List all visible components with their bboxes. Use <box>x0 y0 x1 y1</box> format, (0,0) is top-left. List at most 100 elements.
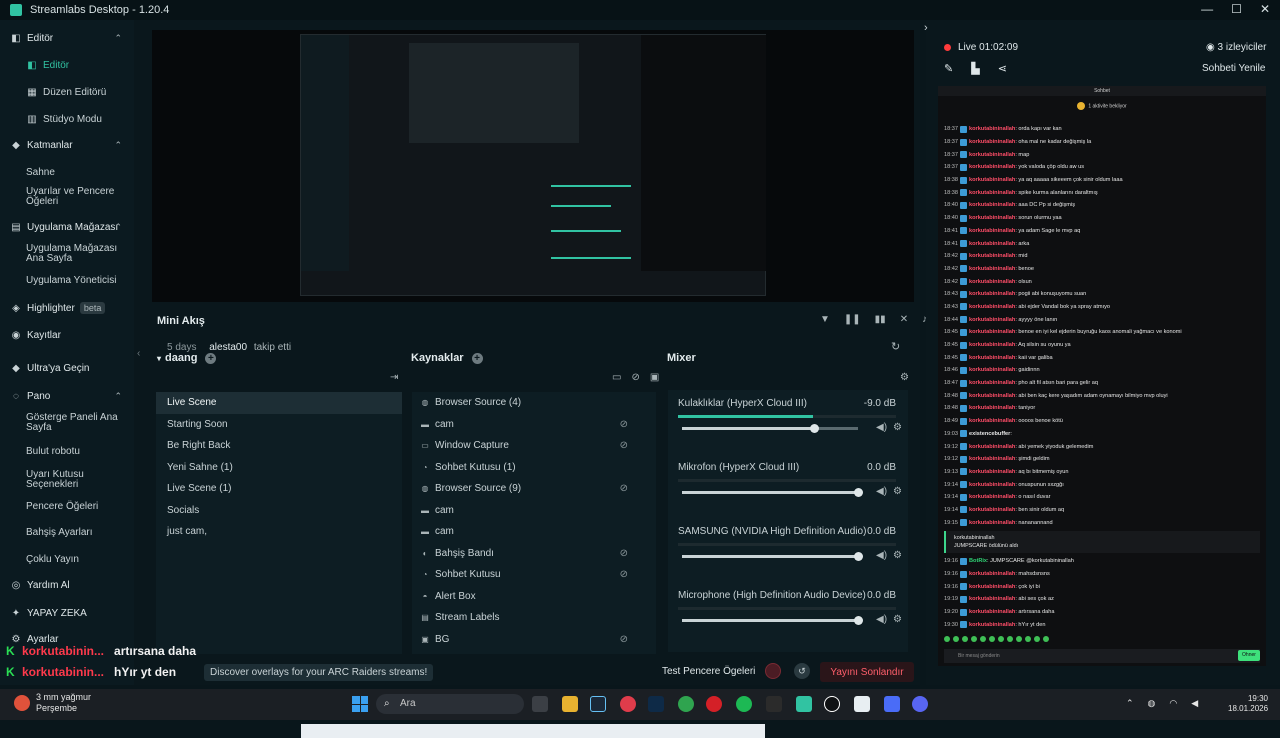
mute-alerts-icon[interactable]: ✕ <box>900 314 908 325</box>
notepad-icon[interactable] <box>854 696 870 712</box>
chrome-icon[interactable] <box>678 696 694 712</box>
source-folder-icon[interactable]: ▣ <box>650 372 659 383</box>
chat-user[interactable]: korkutabininallah <box>969 393 1015 399</box>
collapse-left-icon[interactable]: ‹ <box>137 348 140 359</box>
speaker-icon[interactable]: ◀) <box>876 614 887 625</box>
scene-item[interactable]: Live Scene <box>156 392 402 414</box>
chat-user[interactable]: korkutabininallah <box>969 317 1015 323</box>
speaker-icon[interactable]: ◀ <box>1191 698 1198 709</box>
hidden-eye-icon[interactable]: ⊘ <box>620 569 628 580</box>
chat-user[interactable]: korkutabininallah <box>969 152 1015 158</box>
task-view-icon[interactable] <box>532 696 548 712</box>
chat-user[interactable]: korkutabininallah <box>969 253 1015 259</box>
sidebar-item[interactable]: ◧ Editör <box>0 53 134 77</box>
sidebar-item[interactable]: ◆ Ultra'ya Geçin <box>0 356 134 380</box>
chat-user[interactable]: korkutabininallah <box>969 291 1015 297</box>
chat-user[interactable]: korkutabininallah <box>969 355 1015 361</box>
taskbar-clock[interactable]: 19:30 18.01.2026 <box>1228 694 1268 714</box>
photoshop-icon[interactable] <box>648 696 664 712</box>
hidden-eye-icon[interactable]: ⊘ <box>620 483 628 494</box>
source-item[interactable]: ◍ Browser Source (4) <box>412 392 656 414</box>
hidden-eye-icon[interactable]: ⊘ <box>620 440 628 451</box>
scene-item[interactable]: Be Right Back <box>156 435 402 457</box>
sidebar-item[interactable]: ▤ Uygulama Mağazası ⌃ <box>0 215 134 239</box>
record-button[interactable] <box>765 663 781 679</box>
sidebar-item[interactable]: ◧ Editör ⌃ <box>0 26 134 50</box>
chevron-up-icon[interactable]: ⌃ <box>114 33 122 44</box>
stream-preview[interactable] <box>152 30 914 738</box>
feed-refresh-icon[interactable]: ↻ <box>891 340 900 353</box>
chat-user[interactable]: korkutabininallah <box>969 367 1015 373</box>
share-icon[interactable]: ⋖ <box>998 62 1007 75</box>
spotify-icon[interactable] <box>736 696 752 712</box>
chat-user[interactable]: korkutabininallah <box>969 494 1015 500</box>
epic-games-icon[interactable] <box>766 696 782 712</box>
chat-input[interactable]: Bir mesaj gönderin <box>944 649 1260 663</box>
volume-slider[interactable] <box>682 616 863 625</box>
refresh-chat-button[interactable]: Sohbeti Yenile <box>1202 63 1265 74</box>
close-icon[interactable]: ✕ <box>1260 2 1270 16</box>
sidebar-item[interactable]: ◆ Katmanlar ⌃ <box>0 133 134 157</box>
chevron-up-icon[interactable]: ⌃ <box>114 391 122 402</box>
chat-user[interactable]: korkutabininallah <box>969 507 1015 513</box>
source-item[interactable]: ▭ Window Capture ⊘ <box>412 435 656 457</box>
speaker-icon[interactable]: ◀) <box>876 486 887 497</box>
chat-user[interactable]: korkutabininallah <box>969 622 1015 628</box>
sidebar-item[interactable]: ✦ YAPAY ZEKA <box>0 601 134 625</box>
source-link-icon[interactable]: ⊘ <box>631 372 639 383</box>
scene-item[interactable]: Yeni Sahne (1) <box>156 457 402 479</box>
chat-user[interactable]: korkutabininallah <box>969 482 1015 488</box>
discover-banner[interactable]: Discover overlays for your ARC Raiders s… <box>204 664 434 681</box>
chat-user[interactable]: korkutabininallah <box>969 520 1015 526</box>
chat-user[interactable]: existencebuffer <box>969 431 1010 437</box>
chat-user[interactable]: korkutabininallah <box>969 139 1015 145</box>
app-red-icon[interactable] <box>706 696 722 712</box>
source-settings-icon[interactable]: ▭ <box>612 372 621 383</box>
gear-icon[interactable]: ⚙ <box>893 550 902 561</box>
hidden-eye-icon[interactable]: ⊘ <box>620 419 628 430</box>
chevron-up-icon[interactable]: ⌃ <box>114 140 122 151</box>
chat-user[interactable]: korkutabininallah <box>969 190 1015 196</box>
chat-user[interactable]: korkutabininallah <box>969 584 1015 590</box>
chat-user[interactable]: korkutabininallah <box>969 215 1015 221</box>
chat-user[interactable]: korkutabininallah <box>969 202 1015 208</box>
source-item[interactable]: ◓ Alert Box <box>412 586 656 608</box>
add-scene-icon[interactable]: + <box>205 352 217 364</box>
sidebar-item[interactable]: ◈ Highlighter beta <box>0 296 134 320</box>
chat-user[interactable]: korkutabininallah <box>969 596 1015 602</box>
wifi-icon[interactable]: ◠ <box>1169 698 1177 709</box>
test-widgets-button[interactable]: Test Pencere Ögeleri <box>662 666 755 677</box>
tray-chevron-icon[interactable]: ⌃ <box>1126 698 1134 709</box>
weather-widget[interactable]: 3 mm yağmur Perşembe <box>14 692 91 714</box>
volume-slider[interactable] <box>682 424 858 433</box>
skip-icon[interactable]: ▮▮ <box>875 314 886 325</box>
sidebar-item[interactable]: ▥ Stüdyo Modu <box>0 107 134 131</box>
chevron-down-icon[interactable]: ▾ <box>157 354 161 363</box>
scene-item[interactable]: just cam, <box>156 521 402 543</box>
truck-icon[interactable]: ▙ <box>971 62 979 75</box>
sidebar-item[interactable]: Uygulama Yöneticisi <box>0 269 134 293</box>
steam-icon[interactable] <box>590 696 606 712</box>
gear-icon[interactable]: ⚙ <box>893 422 902 433</box>
sidebar-item[interactable]: Çoklu Yayın <box>0 547 134 571</box>
source-item[interactable]: ▤ Stream Labels <box>412 607 656 629</box>
source-item[interactable]: ◐ Bahşiş Bandı ⊘ <box>412 543 656 565</box>
chat-user[interactable]: korkutabininallah <box>969 456 1015 462</box>
maximize-icon[interactable]: ☐ <box>1231 2 1242 16</box>
volume-slider[interactable] <box>682 552 863 561</box>
chat-user[interactable]: korkutabininallah <box>969 164 1015 170</box>
chat-user[interactable]: korkutabininallah <box>969 266 1015 272</box>
taskbar-search[interactable]: ⌕ Ara <box>376 694 524 714</box>
chat-user[interactable]: korkutabininallah <box>969 405 1015 411</box>
sidebar-item[interactable]: Gösterge Paneli Ana Sayfa <box>0 411 134 435</box>
file-explorer-icon[interactable] <box>562 696 578 712</box>
scene-item[interactable]: Starting Soon <box>156 414 402 436</box>
add-source-icon[interactable]: + <box>471 352 483 364</box>
sidebar-item[interactable]: Uyarılar ve Pencere Öğeleri <box>0 185 134 209</box>
chevron-up-icon[interactable]: ⌃ <box>114 222 122 233</box>
chat-user[interactable]: korkutabininallah <box>969 304 1015 310</box>
volume-slider[interactable] <box>682 488 863 497</box>
chat-user[interactable]: korkutabininallah <box>969 418 1015 424</box>
source-item[interactable]: ▬ cam ⊘ <box>412 414 656 436</box>
sidebar-item[interactable]: Uyarı Kutusu Seçenekleri <box>0 468 134 492</box>
